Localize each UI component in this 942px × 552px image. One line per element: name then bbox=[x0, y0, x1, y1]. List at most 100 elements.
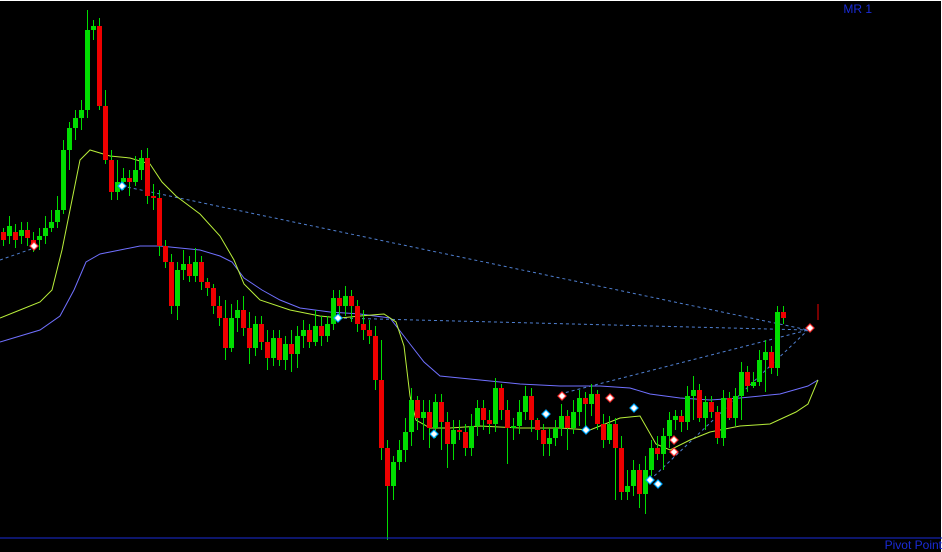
candle-body bbox=[661, 436, 666, 454]
candle-body bbox=[559, 416, 564, 428]
candle-body bbox=[397, 450, 402, 462]
candle-body bbox=[193, 262, 198, 276]
candle-body bbox=[133, 170, 138, 182]
candle-body bbox=[313, 326, 318, 342]
candle-body bbox=[577, 398, 582, 412]
candle-body bbox=[145, 158, 150, 196]
candle-body bbox=[217, 306, 222, 318]
candle-body bbox=[403, 432, 408, 450]
candle-body bbox=[13, 232, 18, 240]
candle-body bbox=[715, 412, 720, 438]
candle-body bbox=[199, 262, 204, 282]
candle-body bbox=[625, 486, 630, 492]
candle-body bbox=[1, 232, 6, 240]
candle-body bbox=[451, 430, 456, 444]
candle-body bbox=[685, 396, 690, 422]
candle-body bbox=[739, 372, 744, 396]
candle-body bbox=[43, 228, 48, 236]
candle-body bbox=[655, 448, 660, 454]
candle-body bbox=[649, 448, 654, 470]
candle-body bbox=[727, 398, 732, 418]
candle-body bbox=[613, 424, 618, 448]
candle-body bbox=[127, 178, 132, 182]
candle-body bbox=[289, 344, 294, 354]
candle-body bbox=[259, 324, 264, 342]
candle-body bbox=[583, 398, 588, 404]
candle-body bbox=[97, 26, 102, 106]
candle bbox=[595, 390, 600, 430]
candle-body bbox=[253, 324, 258, 348]
candle-body bbox=[319, 326, 324, 336]
candle-body bbox=[295, 336, 300, 354]
candle-body bbox=[355, 306, 360, 324]
candle-body bbox=[55, 210, 60, 222]
candle-body bbox=[493, 388, 498, 424]
chart-background bbox=[0, 0, 942, 552]
candle-body bbox=[631, 470, 636, 486]
candle-body bbox=[607, 424, 612, 440]
candle-body bbox=[379, 380, 384, 448]
candle-body bbox=[265, 342, 270, 358]
candle-body bbox=[733, 396, 738, 418]
price-chart[interactable] bbox=[0, 0, 942, 552]
candle-body bbox=[601, 424, 606, 440]
candle-body bbox=[445, 422, 450, 444]
candle-body bbox=[409, 400, 414, 432]
candle-body bbox=[271, 338, 276, 358]
candle-body bbox=[553, 428, 558, 438]
candle-body bbox=[331, 298, 336, 324]
pivot-point-label: Pivot Point bbox=[884, 538, 942, 552]
candle-body bbox=[517, 412, 522, 426]
candle-body bbox=[205, 282, 210, 288]
candle-body bbox=[415, 400, 420, 418]
candle-body bbox=[49, 222, 54, 228]
candle-body bbox=[91, 26, 96, 30]
candle-body bbox=[223, 318, 228, 348]
candle-body bbox=[7, 226, 12, 236]
candle-body bbox=[433, 402, 438, 428]
candle-body bbox=[475, 408, 480, 426]
candle-body bbox=[163, 246, 168, 262]
candle-body bbox=[469, 426, 474, 448]
candle-body bbox=[229, 318, 234, 348]
candle bbox=[169, 254, 174, 314]
candle-body bbox=[283, 344, 288, 360]
candle-body bbox=[637, 470, 642, 494]
candle-body bbox=[589, 394, 594, 404]
candle-body bbox=[781, 312, 786, 318]
candle-body bbox=[67, 128, 72, 150]
candle-body bbox=[73, 118, 78, 128]
candle-body bbox=[421, 412, 426, 418]
candle-body bbox=[241, 310, 246, 328]
candle-body bbox=[235, 310, 240, 318]
candle-body bbox=[571, 412, 576, 428]
candle-body bbox=[535, 420, 540, 430]
candle-body bbox=[487, 420, 492, 424]
candle-body bbox=[109, 160, 114, 192]
candle-body bbox=[673, 416, 678, 420]
candle-body bbox=[361, 324, 366, 330]
candle-body bbox=[481, 408, 486, 420]
candle-body bbox=[349, 296, 354, 306]
candle-body bbox=[679, 416, 684, 422]
candle-body bbox=[565, 416, 570, 428]
candle-body bbox=[709, 402, 714, 412]
candle-body bbox=[763, 352, 768, 360]
candle-body bbox=[301, 330, 306, 336]
candle-body bbox=[343, 296, 348, 306]
candle-body bbox=[619, 448, 624, 492]
candle-body bbox=[19, 230, 24, 236]
candle-body bbox=[79, 110, 84, 118]
candle-body bbox=[151, 196, 156, 198]
candle-body bbox=[277, 338, 282, 360]
candle-body bbox=[391, 462, 396, 486]
candle-body bbox=[523, 396, 528, 412]
candle-body bbox=[703, 402, 708, 418]
candle-body bbox=[697, 390, 702, 418]
candle-body bbox=[499, 388, 504, 410]
candle-body bbox=[367, 330, 372, 336]
candle-body bbox=[667, 420, 672, 436]
candle-body bbox=[541, 430, 546, 444]
candle-body bbox=[529, 396, 534, 420]
candle-body bbox=[187, 264, 192, 276]
